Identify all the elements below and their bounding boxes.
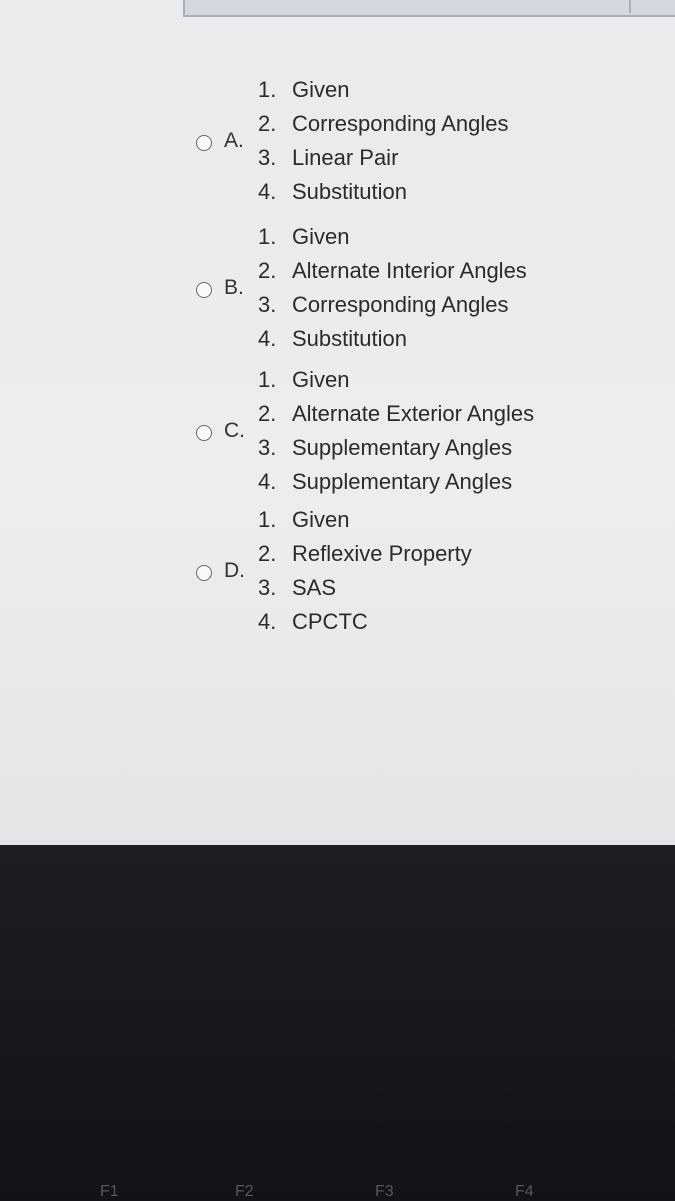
function-key[interactable]: F2 — [235, 1183, 254, 1201]
radio-button[interactable] — [196, 135, 212, 151]
proof-step: 4. Supplementary Angles — [258, 469, 513, 494]
proof-step: 4. Substitution — [258, 179, 407, 204]
proof-step: 4. CPCTC — [258, 609, 368, 634]
option-letter: B. — [224, 276, 244, 299]
proof-step: 4. Substitution — [258, 326, 407, 351]
proof-step: 2. Reflexive Property — [258, 541, 472, 566]
proof-step: 1. Given — [258, 367, 350, 392]
proof-step: 1. Given — [258, 77, 350, 102]
proof-step: 3. Supplementary Angles — [258, 435, 513, 460]
radio-button[interactable] — [196, 282, 212, 298]
option-letter: A. — [224, 129, 244, 152]
option-letter: C. — [224, 419, 245, 442]
proof-step: 3. Corresponding Angles — [258, 292, 509, 317]
proof-step: 3. Linear Pair — [258, 145, 399, 170]
function-key[interactable]: F3 — [375, 1183, 394, 1201]
function-key[interactable]: F4 — [515, 1183, 534, 1201]
option-letter: D. — [224, 559, 245, 582]
monitor-bezel-keyboard — [0, 845, 675, 1200]
proof-step: 3. SAS — [258, 575, 337, 600]
screen: A. 1. Given 2. Corresponding Angles 3. Linear … — [0, 0, 675, 845]
proof-step: 2. Alternate Exterior Angles — [258, 401, 535, 426]
radio-button[interactable] — [196, 425, 212, 441]
toolbar-button[interactable] — [629, 0, 675, 13]
function-key[interactable]: F1 — [100, 1183, 119, 1201]
proof-step: 1. Given — [258, 224, 350, 249]
proof-step: 2. Corresponding Angles — [258, 111, 509, 136]
proof-step: 1. Given — [258, 507, 350, 532]
proof-step: 2. Alternate Interior Angles — [258, 258, 527, 283]
radio-button[interactable] — [196, 565, 212, 581]
top-toolbar — [183, 0, 675, 17]
